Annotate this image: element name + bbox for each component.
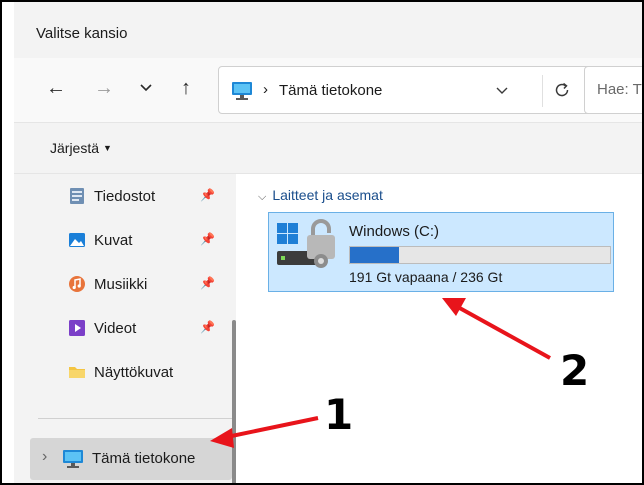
annotation-arrow-2 [455, 304, 551, 360]
annotation-arrow-1 [221, 416, 319, 440]
annotation-label-1: 1 [324, 390, 354, 439]
annotation-overlay [210, 298, 551, 448]
annotation-label-2: 2 [560, 346, 590, 395]
annotation-arrowhead-1 [210, 428, 234, 448]
annotation-arrowhead-2 [442, 298, 466, 316]
